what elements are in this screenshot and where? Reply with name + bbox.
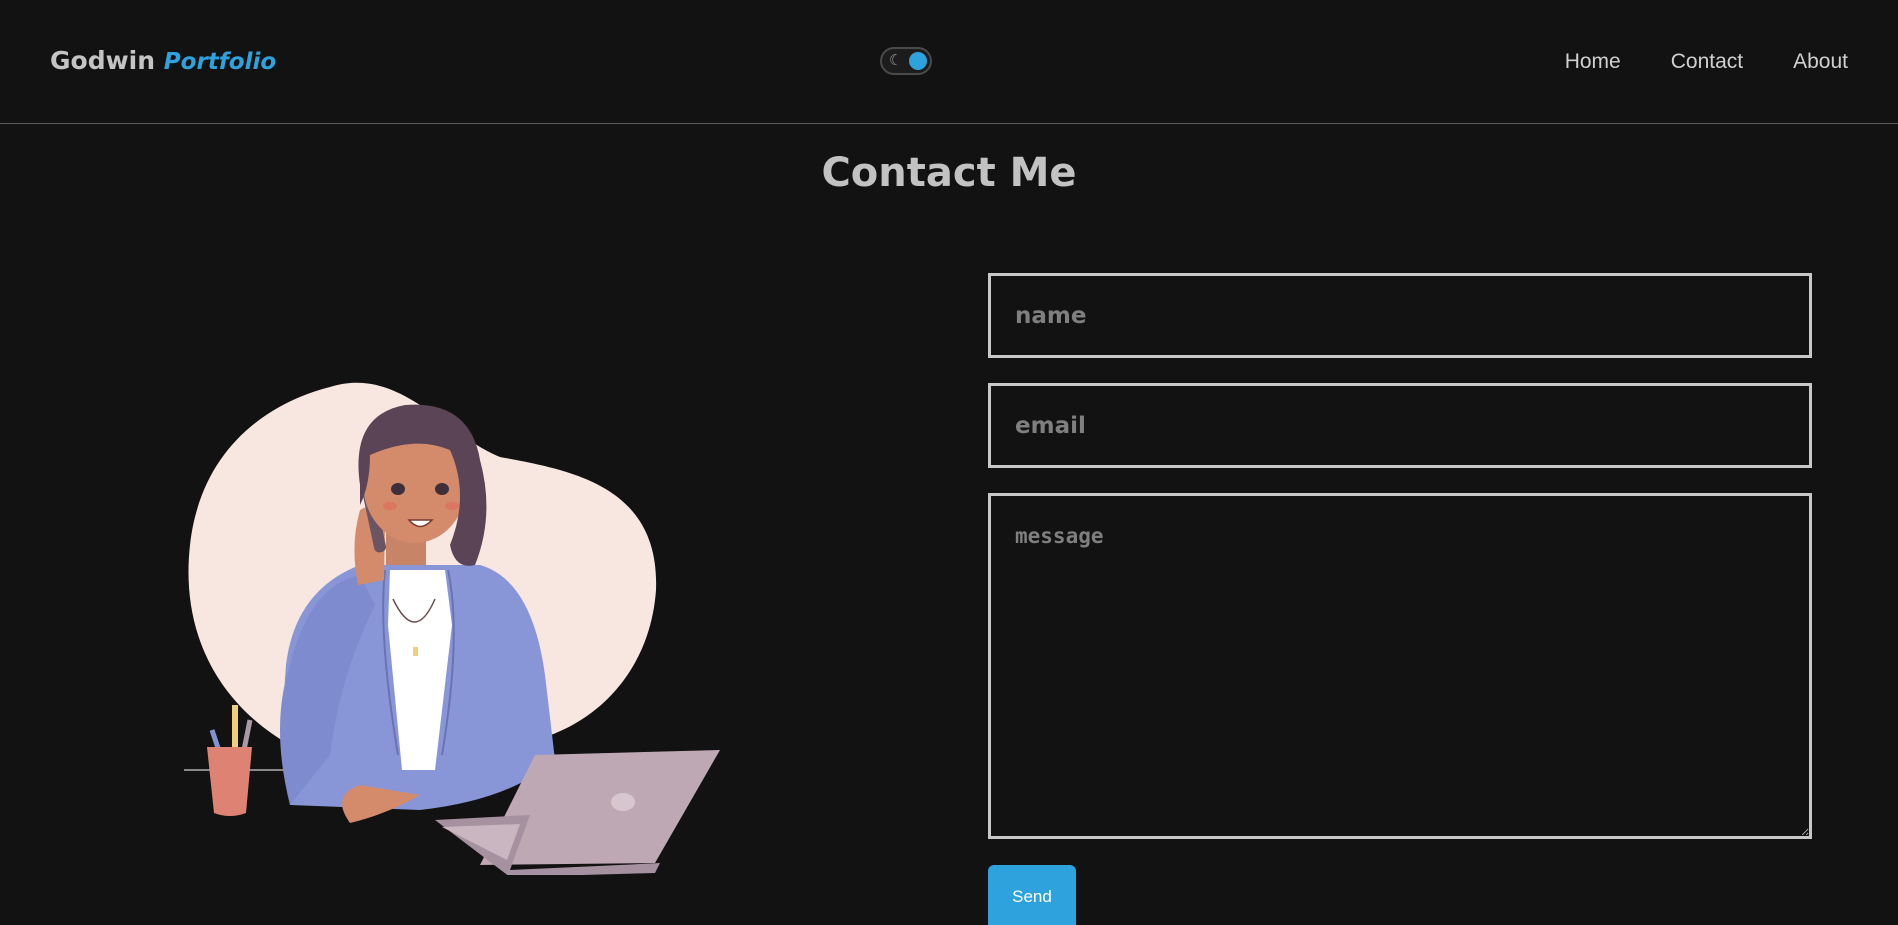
site-header: Godwin Portfolio ☾ Home Contact About: [0, 0, 1898, 124]
logo-main-text: Godwin: [50, 46, 156, 75]
email-input[interactable]: [988, 383, 1812, 468]
nav-about-link[interactable]: About: [1793, 50, 1848, 74]
name-input[interactable]: [988, 273, 1812, 358]
send-button[interactable]: Send: [988, 865, 1076, 925]
message-textarea[interactable]: [988, 493, 1812, 839]
logo-accent-text: Portfolio: [163, 49, 277, 75]
nav-home-link[interactable]: Home: [1565, 50, 1621, 74]
site-logo[interactable]: Godwin Portfolio: [50, 46, 276, 75]
theme-toggle[interactable]: ☾: [880, 47, 932, 75]
moon-icon: ☾: [889, 52, 903, 69]
contact-illustration: [184, 382, 720, 875]
nav-contact-link[interactable]: Contact: [1671, 50, 1743, 74]
toggle-knob: [909, 52, 927, 70]
main-nav: Home Contact About: [1565, 50, 1848, 74]
page-title: Contact Me: [821, 150, 1077, 196]
pencil-cup-icon: [207, 705, 253, 816]
